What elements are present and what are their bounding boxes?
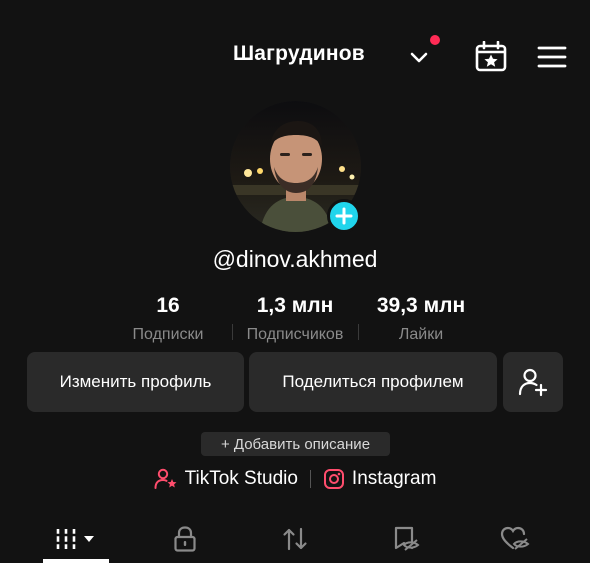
add-description-button[interactable]: + Добавить описание: [201, 432, 390, 456]
tab-reposts[interactable]: [270, 515, 320, 563]
links-divider: [309, 470, 311, 488]
tiktok-studio-link[interactable]: TikTok Studio: [154, 468, 298, 490]
content-tabs: [0, 515, 590, 563]
stat-followers[interactable]: 1,3 млн Подписчиков: [230, 294, 360, 344]
tab-favorites[interactable]: [380, 515, 430, 563]
grid-icon: [55, 529, 94, 549]
stat-followers-value: 1,3 млн: [256, 294, 334, 317]
calendar-star-icon[interactable]: [474, 40, 508, 73]
instagram-label: Instagram: [351, 468, 437, 489]
tab-private[interactable]: [160, 515, 210, 563]
stat-following[interactable]: 16 Подписки: [103, 294, 233, 344]
tab-videos[interactable]: [43, 515, 109, 563]
repost-icon: [283, 527, 307, 551]
share-profile-button[interactable]: Поделиться профилем: [249, 352, 497, 412]
studio-user-icon: [154, 468, 177, 489]
lock-icon: [174, 526, 196, 552]
chevron-down-icon[interactable]: [408, 46, 430, 68]
tiktok-studio-label: TikTok Studio: [184, 468, 298, 489]
profile-name-title[interactable]: Шагрудинов: [233, 42, 365, 66]
profile-links: TikTok Studio Instagram: [0, 468, 590, 490]
add-avatar-button[interactable]: [327, 199, 361, 233]
stat-followers-label: Подписчиков: [246, 326, 344, 343]
menu-icon[interactable]: [537, 44, 567, 70]
edit-profile-button[interactable]: Изменить профиль: [27, 352, 244, 412]
notification-dot: [430, 35, 440, 45]
instagram-link[interactable]: Instagram: [323, 468, 436, 490]
add-friend-button[interactable]: [503, 352, 563, 412]
bookmark-hidden-icon: [394, 526, 420, 551]
stat-following-value: 16: [156, 294, 180, 317]
instagram-icon: [323, 469, 344, 489]
stat-likes[interactable]: 39,3 млн Лайки: [356, 294, 486, 344]
heart-hidden-icon: [500, 526, 530, 550]
profile-handle: @dinov.akhmed: [212, 246, 378, 272]
stat-likes-label: Лайки: [398, 326, 444, 343]
add-user-icon: [518, 368, 548, 397]
stat-following-label: Подписки: [132, 326, 204, 343]
tab-liked[interactable]: [490, 515, 540, 563]
active-tab-indicator: [43, 559, 109, 563]
stat-likes-value: 39,3 млн: [376, 294, 466, 317]
